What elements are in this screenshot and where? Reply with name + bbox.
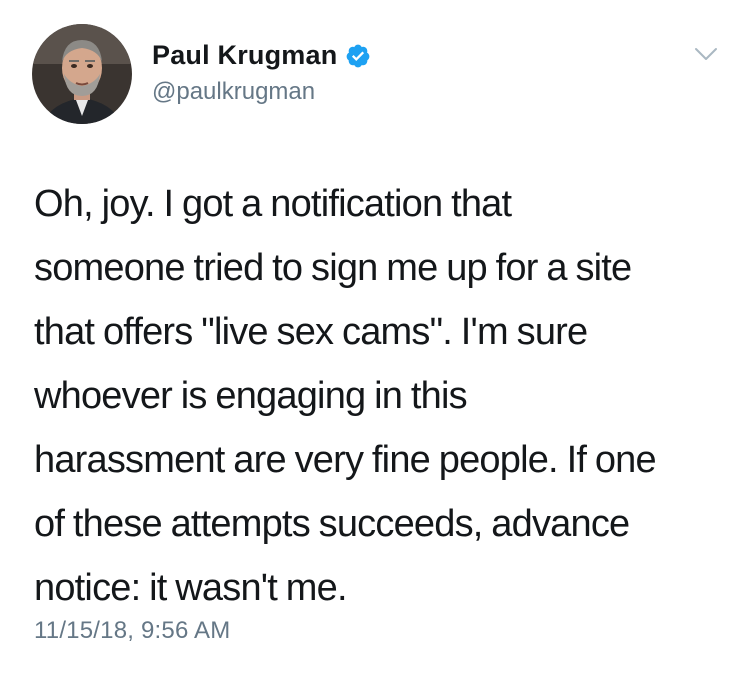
tweet-text-line: whoever is engaging in this [34,375,468,417]
tweet-text-line: that offers "live sex cams". I'm sure [34,311,588,353]
author-name-row[interactable]: Paul Krugman [152,40,371,71]
tweet-text-line: someone tried to sign me up for a site [34,247,632,289]
tweet-text-line: of these attempts succeeds, advance [34,503,630,545]
display-name[interactable]: Paul Krugman [152,40,337,71]
author-handle[interactable]: @paulkrugman [152,78,315,106]
verified-badge-icon [347,44,370,67]
tweet-text-line: Oh, joy. I got a notification that [34,183,512,225]
tweet-text-line: notice: it wasn't me. [34,567,348,609]
tweet-text-line: harassment are very fine people. If one [34,439,657,481]
tweet-timestamp[interactable]: 11/15/18, 9:56 AM [34,617,230,645]
tweet-card: Paul Krugman @paulkrugman Oh, joy. I got… [0,0,750,676]
chevron-down-icon[interactable] [694,46,718,62]
avatar[interactable] [32,24,132,124]
tweet-text: Oh, joy. I got a notification that someo… [34,172,734,620]
avatar-image [32,24,132,124]
